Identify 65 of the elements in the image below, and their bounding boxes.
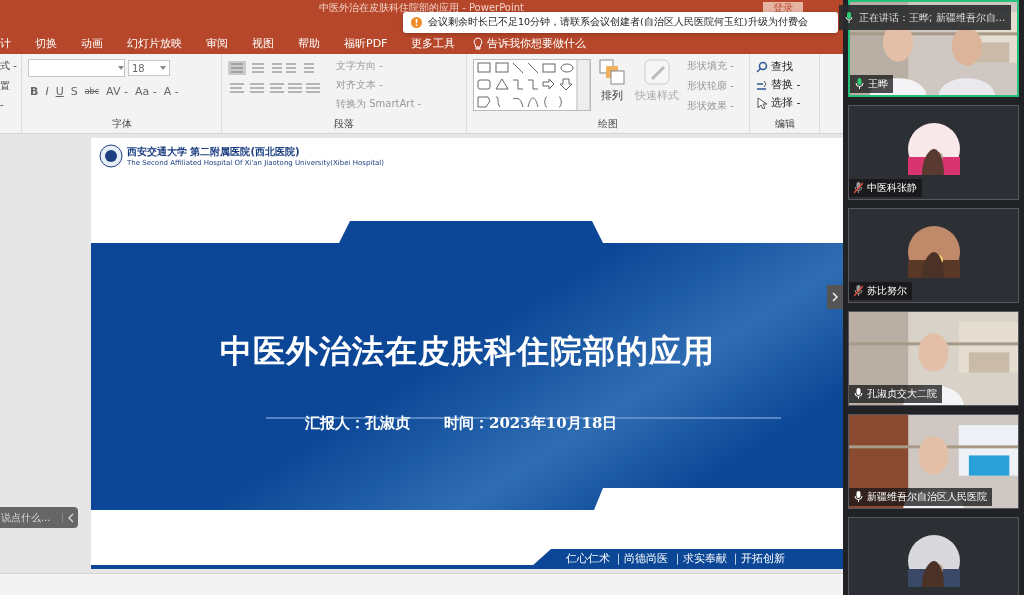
format-button[interactable]: abc — [82, 87, 102, 96]
speaking-text: 正在讲话：王晔; 新疆维吾尔自... — [859, 10, 1006, 25]
participant-tile[interactable] — [848, 517, 1019, 595]
ribbon-tab[interactable]: 帮助 — [286, 36, 332, 51]
ribbon-tab[interactable]: 福昕PDF — [332, 36, 400, 51]
reporter-text: 汇报人：孔淑贞 — [305, 414, 410, 433]
warning-icon: ! — [411, 17, 422, 28]
format-button[interactable]: Aa - — [132, 85, 159, 98]
logo-name: 西安交通大学 第二附属医院(西北医院) — [127, 145, 301, 159]
font-size-field[interactable]: 18 — [128, 60, 170, 76]
format-button[interactable]: AV - — [104, 85, 130, 98]
ribbon-item[interactable]: - — [0, 99, 21, 110]
editing-option[interactable]: 查找 — [771, 59, 793, 74]
group-label: 绘图 — [597, 117, 619, 131]
emblem-icon — [99, 144, 123, 168]
ribbon-tab[interactable]: 审阅 — [194, 36, 240, 51]
chevron-right-icon — [832, 292, 838, 302]
microphone-icon — [845, 11, 853, 24]
replace-icon — [756, 78, 768, 91]
participant-tile[interactable]: 新疆维吾尔自治区人民医院 — [848, 414, 1019, 509]
format-button[interactable]: S — [68, 85, 80, 98]
font-name-field[interactable] — [28, 59, 125, 77]
format-button[interactable]: A - — [161, 85, 181, 98]
search-icon — [756, 60, 768, 73]
participant-name: 苏比努尔 — [849, 282, 912, 300]
participant-tile[interactable]: 中医科张静 — [848, 105, 1019, 200]
tell-me-field[interactable]: 告诉我你想要做什么 — [487, 36, 587, 51]
dropdown-icon — [118, 66, 124, 70]
brush-icon — [644, 59, 670, 85]
participant-name: 中医科张静 — [849, 179, 922, 197]
dropdown-icon — [160, 66, 166, 70]
ribbon-tab[interactable]: 切换 — [23, 36, 69, 51]
editing-option[interactable]: 替换 - — [771, 77, 801, 92]
ribbon-tab[interactable]: 视图 — [240, 36, 286, 51]
participant-name: 新疆维吾尔自治区人民医院 — [849, 488, 992, 506]
collapse-icon[interactable] — [62, 512, 74, 523]
format-button[interactable]: B — [28, 85, 41, 98]
group-label: 编辑 — [773, 117, 796, 131]
ribbon-tab[interactable]: 动画 — [69, 36, 115, 51]
ribbon-tab[interactable]: 计 — [0, 36, 23, 51]
editing-option[interactable]: 选择 - — [771, 95, 801, 110]
shapes-gallery[interactable] — [473, 59, 591, 111]
ribbon-item[interactable]: 置 — [0, 79, 21, 93]
window-title: 中医外治在皮肤科住院部的应用 - PowerPoint — [319, 1, 524, 15]
format-button[interactable]: I — [43, 85, 51, 98]
slide-title: 中医外治法在皮肤科住院部的应用 — [218, 331, 716, 372]
pointer-icon — [756, 96, 768, 109]
group-label: 字体 — [110, 117, 133, 131]
participant-name: 孔淑贞交大二院 — [849, 385, 942, 403]
participant-name: 王晔 — [850, 75, 893, 93]
ribbon-tab[interactable]: 更多工具 — [399, 36, 468, 51]
format-button[interactable]: U — [53, 85, 66, 98]
arrange-icon — [599, 59, 625, 85]
participant-tile[interactable]: 孔淑贞交大二院 — [848, 311, 1019, 406]
notification-text: 会议剩余时长已不足10分钟，请联系会议创建者(自治区人民医院何玉红)升级为付费会 — [428, 16, 808, 29]
next-slide-button[interactable] — [827, 285, 843, 309]
participant-tile[interactable]: 苏比努尔 — [848, 208, 1019, 303]
ribbon-tab[interactable]: 幻灯片放映 — [115, 36, 194, 51]
date-text: 时间：2023年10月18日 — [444, 414, 618, 433]
group-label: 段落 — [333, 117, 355, 131]
motto-text: 仁心仁术 ｜尚德尚医 ｜求实奉献 ｜开拓创新 — [566, 551, 787, 566]
ribbon-item[interactable]: 式 - — [0, 59, 21, 73]
arrange-button[interactable]: 排列 — [597, 59, 627, 103]
lightbulb-icon — [473, 37, 484, 50]
chat-field[interactable]: 说点什么... — [0, 507, 78, 528]
